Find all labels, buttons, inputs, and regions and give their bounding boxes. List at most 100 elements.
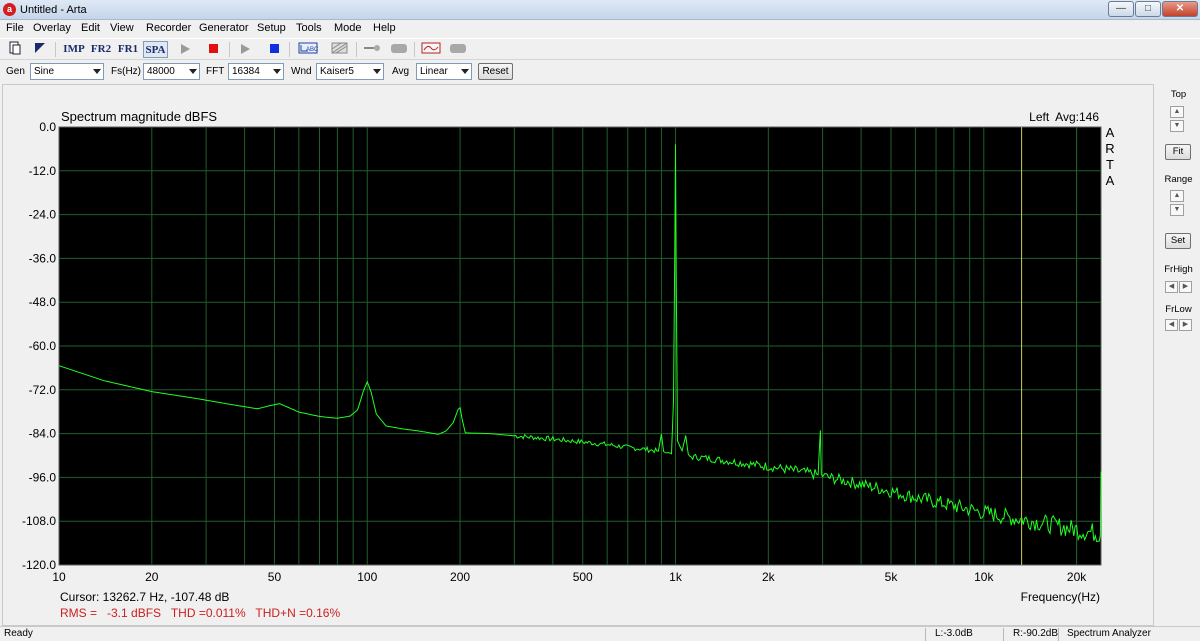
menu-help[interactable]: Help (373, 22, 396, 34)
chevron-down-icon (461, 69, 469, 74)
toolbar-separator (289, 42, 290, 57)
frhigh-arrows[interactable]: ◀ ▶ (1165, 281, 1192, 293)
chevron-down-icon (373, 69, 381, 74)
x-tick-label: 200 (450, 570, 470, 584)
parameter-bar: Gen Sine Fs(Hz) 48000 FFT 16384 Wnd Kais… (0, 61, 1200, 83)
stop-red-icon[interactable] (209, 44, 218, 53)
menu-setup[interactable]: Setup (257, 22, 286, 34)
gen-select-value: Sine (34, 66, 55, 77)
play-icon[interactable] (181, 44, 190, 54)
svg-text:ABC: ABC (306, 47, 318, 53)
fit-button[interactable]: Fit (1165, 144, 1191, 160)
probe-icon[interactable] (362, 41, 382, 58)
menu-view[interactable]: View (110, 22, 134, 34)
x-axis-tick-labels: 10 20 50 100 200 500 1k 2k 5k 10k 20k (52, 570, 1087, 584)
stop-blue-icon[interactable] (270, 44, 279, 53)
analyzer-mode: Spectrum Analyzer (1067, 628, 1151, 639)
y-tick-label: -96.0 (29, 470, 57, 484)
cursor-readout: Cursor: 13262.7 Hz, -107.48 dB (60, 590, 229, 604)
wnd-select[interactable]: Kaiser5 (316, 63, 384, 80)
set-button[interactable]: Set (1165, 233, 1191, 249)
window-title: Untitled - Arta (20, 4, 87, 16)
fft-select-value: 16384 (232, 66, 260, 77)
y-tick-label: -12.0 (29, 164, 57, 178)
frlow-arrows[interactable]: ◀ ▶ (1165, 319, 1192, 331)
y-tick-label: -84.0 (29, 427, 57, 441)
left-arrow-icon[interactable]: ◀ (1165, 319, 1178, 331)
menu-edit[interactable]: Edit (81, 22, 100, 34)
maximize-button[interactable]: □ (1135, 1, 1161, 17)
top-up-arrow-icon[interactable]: ▲ (1170, 106, 1184, 118)
menu-overlay[interactable]: Overlay (33, 22, 71, 34)
frhigh-label: FrHigh (1164, 264, 1193, 275)
impulse-mode-button[interactable]: IMP (62, 41, 86, 58)
y-tick-label: -24.0 (29, 208, 57, 222)
status-separator (925, 628, 926, 641)
top-label: Top (1170, 89, 1187, 100)
spa-mode-button[interactable]: SPA (143, 41, 168, 58)
fr1-mode-button[interactable]: FR1 (117, 41, 139, 58)
y-tick-label: -60.0 (29, 339, 57, 353)
fs-label: Fs(Hz) (111, 66, 141, 77)
arta-logo-icon: a (3, 3, 16, 16)
y-tick-label: -120.0 (22, 558, 56, 572)
y-tick-label: 0.0 (39, 120, 56, 134)
minimize-button[interactable]: — (1108, 1, 1134, 17)
fs-select[interactable]: 48000 (143, 63, 200, 80)
close-button[interactable]: ✕ (1162, 1, 1198, 17)
menu-recorder[interactable]: Recorder (146, 22, 191, 34)
status-ready: Ready (4, 628, 33, 639)
chevron-down-icon (93, 69, 101, 74)
spectrum-chart[interactable]: Spectrum magnitude dBFS Left Avg:146 0.0… (3, 85, 1155, 627)
play-icon[interactable] (241, 44, 250, 54)
open-arrow-icon[interactable] (33, 41, 47, 58)
status-bar: Ready L:-3.0dB R:-90.2dB Spectrum Analyz… (0, 626, 1200, 641)
chevron-down-icon (189, 69, 197, 74)
grid-icon[interactable] (331, 41, 349, 58)
avg-select-value: Linear (420, 66, 448, 77)
frlow-label: FrLow (1165, 304, 1192, 315)
chart-title: Spectrum magnitude dBFS (61, 109, 217, 124)
abc-icon[interactable]: ABC (298, 41, 319, 58)
y-tick-label: -72.0 (29, 383, 57, 397)
gen-select[interactable]: Sine (30, 63, 104, 80)
gray-icon[interactable] (391, 44, 407, 53)
right-control-panel: Top ▲ ▼ Fit Range ▲ ▼ Set FrHigh ◀ ▶ FrLo… (1157, 84, 1200, 626)
reset-button[interactable]: Reset (478, 63, 513, 80)
scope-icon[interactable] (421, 41, 441, 58)
status-separator (1003, 628, 1004, 641)
avg-label: Avg (392, 66, 410, 77)
x-tick-label: 20 (145, 570, 159, 584)
left-arrow-icon[interactable]: ◀ (1165, 281, 1178, 293)
watermark-letter: A (1106, 173, 1115, 188)
menu-mode[interactable]: Mode (334, 22, 362, 34)
x-tick-label: 10 (52, 570, 66, 584)
spectrum-plot-panel: Spectrum magnitude dBFS Left Avg:146 0.0… (2, 84, 1154, 626)
fr2-mode-button[interactable]: FR2 (90, 41, 112, 58)
rms-thd-readout: RMS = -3.1 dBFS THD =0.011% THD+N =0.16% (60, 606, 340, 620)
x-tick-label: 5k (885, 570, 899, 584)
top-down-arrow-icon[interactable]: ▼ (1170, 120, 1184, 132)
title-bar: a Untitled - Arta — □ ✕ (0, 0, 1200, 20)
arta-window: a Untitled - Arta — □ ✕ File Overlay Edi… (0, 0, 1200, 641)
menu-tools[interactable]: Tools (296, 22, 322, 34)
right-arrow-icon[interactable]: ▶ (1179, 281, 1192, 293)
avg-select[interactable]: Linear (416, 63, 472, 80)
range-up-arrow-icon[interactable]: ▲ (1170, 190, 1184, 202)
new-file-icon[interactable] (8, 41, 22, 58)
menu-file[interactable]: File (6, 22, 24, 34)
menu-generator[interactable]: Generator (199, 22, 249, 34)
channel-avg-label: Left Avg:146 (1029, 110, 1099, 124)
x-tick-label: 100 (357, 570, 377, 584)
arta-watermark: ARTA (1105, 125, 1114, 188)
chevron-down-icon (273, 69, 281, 74)
x-tick-label: 20k (1067, 570, 1087, 584)
right-level: R:-90.2dB (1013, 628, 1059, 639)
gray-icon[interactable] (450, 44, 466, 53)
fft-select[interactable]: 16384 (228, 63, 284, 80)
toolbar-separator (55, 42, 56, 57)
right-arrow-icon[interactable]: ▶ (1179, 319, 1192, 331)
range-down-arrow-icon[interactable]: ▼ (1170, 204, 1184, 216)
x-tick-label: 2k (762, 570, 776, 584)
watermark-letter: R (1105, 141, 1114, 156)
